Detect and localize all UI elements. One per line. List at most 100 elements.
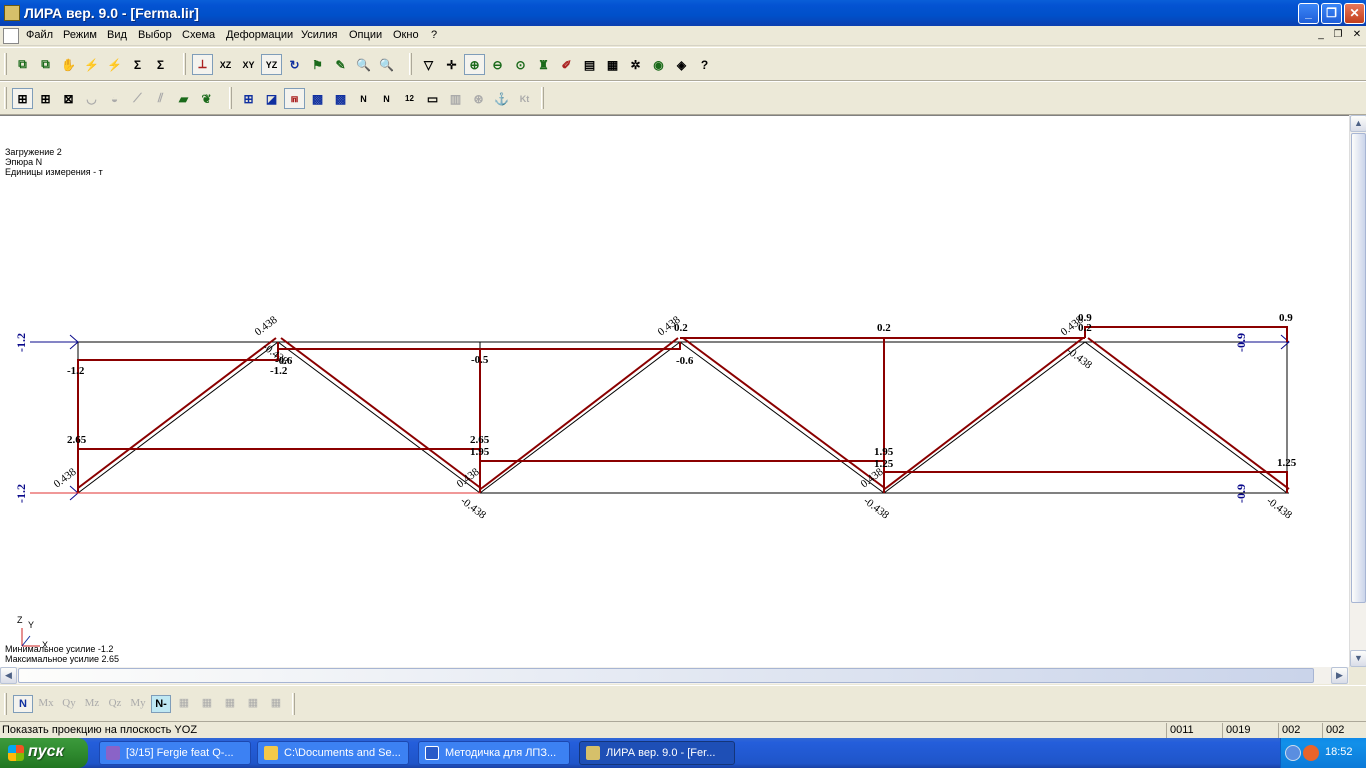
title-bar: ЛИРА вер. 9.0 - [Ferma.lir] _ ❐ ✕ [0, 0, 1366, 26]
diagram-icon[interactable]: ⩎ [284, 88, 305, 109]
projection-xz-icon[interactable]: ⟂ [192, 54, 213, 75]
mdi-minimize-button[interactable]: _ [1314, 29, 1328, 42]
scroll-left-button[interactable]: ◀ [0, 667, 17, 684]
toolbar-grip [292, 693, 295, 715]
sum-n-icon[interactable]: Σ [150, 54, 171, 75]
status-bar: Показать проекцию на плоскость YOZ 0011 … [0, 721, 1366, 738]
select-nodes-icon[interactable]: ✛ [441, 54, 462, 75]
effort-n-mosaic-button[interactable]: N- [151, 695, 171, 713]
taskbar-item-word[interactable]: Методичка для ЛПЗ... [418, 741, 570, 765]
copy-scheme-icon[interactable]: ⧉ [12, 54, 33, 75]
menu-bar: Файл Режим Вид Выбор Схема Деформации Ус… [0, 26, 1366, 46]
scroll-up-button[interactable]: ▲ [1350, 115, 1366, 132]
toolbar-grip[interactable] [4, 693, 7, 715]
vertical-scroll-thumb[interactable] [1351, 133, 1366, 603]
taskbar-item-explorer[interactable]: C:\Documents and Se... [257, 741, 409, 765]
effort-n-button[interactable]: N [13, 695, 33, 713]
menu-scheme[interactable]: Схема [182, 29, 215, 41]
element-n-icon[interactable]: N [376, 88, 397, 109]
context-help-icon[interactable]: ? [694, 54, 715, 75]
diagram-top-mid [277, 342, 681, 350]
mosaic-icon[interactable]: ▩ [307, 88, 328, 109]
taskbar-item-label: [3/15] Fergie feat Q-... [126, 747, 234, 759]
sum-z-icon[interactable]: Σ [127, 54, 148, 75]
frame-2-icon[interactable]: ⊞ [35, 88, 56, 109]
numbers-icon[interactable]: 12 [399, 88, 420, 109]
label-d6: -0.438 [458, 495, 488, 522]
mdi-close-button[interactable]: ✕ [1350, 29, 1364, 42]
cube-icon[interactable]: ◈ [671, 54, 692, 75]
zoom-window-icon[interactable]: ⊙ [510, 54, 531, 75]
zoom-icon[interactable]: 🔍 [353, 54, 374, 75]
document-icon[interactable] [3, 28, 19, 44]
close-button[interactable]: ✕ [1344, 3, 1365, 24]
tray-app-icon[interactable] [1303, 745, 1319, 761]
menu-help[interactable]: ? [431, 29, 437, 41]
start-button[interactable]: пуск [0, 738, 88, 768]
menu-mode[interactable]: Режим [63, 29, 97, 41]
pencil-icon[interactable]: ✎ [330, 54, 351, 75]
menu-deformations[interactable]: Деформации [226, 29, 293, 41]
horizontal-scroll-thumb[interactable] [18, 668, 1314, 683]
vertical-scrollbar[interactable]: ▲ ▼ [1349, 115, 1366, 667]
menu-view[interactable]: Вид [107, 29, 127, 41]
projection-xy-icon[interactable]: XY [238, 54, 259, 75]
scroll-down-button[interactable]: ▼ [1350, 650, 1366, 667]
node-n-icon[interactable]: N [353, 88, 374, 109]
toolbar-grip[interactable] [183, 53, 186, 75]
status-pane-1: 0011 [1166, 723, 1222, 738]
menu-options[interactable]: Опции [349, 29, 382, 41]
toolbar-grip[interactable] [409, 53, 412, 75]
grid-icon[interactable]: ⊞ [238, 88, 259, 109]
loads-icon[interactable]: ⚡ [104, 54, 125, 75]
globe-icon[interactable]: ◉ [648, 54, 669, 75]
app-icon[interactable] [4, 5, 20, 21]
maximize-button[interactable]: ❐ [1321, 3, 1342, 24]
truss-icon[interactable]: ⊠ [58, 88, 79, 109]
node-numbers-icon[interactable]: ⚡ [81, 54, 102, 75]
projection-xz-button-icon[interactable]: XZ [215, 54, 236, 75]
mdi-restore-button[interactable]: ❐ [1331, 29, 1345, 42]
menu-file[interactable]: Файл [26, 29, 53, 41]
menu-efforts[interactable]: Усилия [301, 29, 337, 41]
projection-yz-icon[interactable]: YZ [261, 54, 282, 75]
label-n5: 0.2 [877, 322, 891, 334]
menu-window[interactable]: Окно [393, 29, 419, 41]
axis-y-label: Y [28, 620, 34, 630]
fill-icon[interactable]: ◪ [261, 88, 282, 109]
label-b2: 2.65 [470, 434, 490, 446]
scheme-toolbar: ⊞ ⊞ ⊠ ◡ ◒ ⟋ ⫽ ▰ ❦ ⊞ ◪ ⩎ ▩ ▩ N N 12 ▭ ▥ ⊛… [0, 81, 1366, 115]
frame-icon[interactable]: ⊞ [12, 88, 33, 109]
zoom-in-icon[interactable]: ⊕ [464, 54, 485, 75]
load-dist-icon[interactable]: ▰ [173, 88, 194, 109]
toolbar-grip[interactable] [4, 53, 7, 75]
effort-qy-button: Qy [62, 697, 76, 709]
toolbar-grip[interactable] [229, 87, 232, 109]
page-icon[interactable]: ▭ [422, 88, 443, 109]
horizontal-scrollbar[interactable]: ◀ ▶ [0, 667, 1349, 684]
toolbar-grip[interactable] [4, 87, 7, 109]
zoom-all-icon[interactable]: 🔍 [376, 54, 397, 75]
flag-icon[interactable]: ⚑ [307, 54, 328, 75]
filter-icon[interactable]: ▽ [418, 54, 439, 75]
brush-icon[interactable]: ✐ [556, 54, 577, 75]
notes-icon[interactable]: ▦ [602, 54, 623, 75]
rotate-icon[interactable]: ↻ [284, 54, 305, 75]
bottle-icon[interactable]: ♜ [533, 54, 554, 75]
leaf-icon[interactable]: ❦ [196, 88, 217, 109]
settings-icon[interactable]: ✲ [625, 54, 646, 75]
minimize-button[interactable]: _ [1298, 3, 1319, 24]
taskbar-item-player[interactable]: [3/15] Fergie feat Q-... [99, 741, 251, 765]
label-d8: -0.438 [1264, 495, 1294, 522]
mosaic-2-icon[interactable]: ▩ [330, 88, 351, 109]
menu-select[interactable]: Выбор [138, 29, 172, 41]
scroll-right-button[interactable]: ▶ [1331, 667, 1348, 684]
drawing-canvas[interactable]: Загружение 2 Эпюра N Единицы измерения -… [0, 115, 1349, 667]
layers-icon[interactable]: ▤ [579, 54, 600, 75]
diag-6 [1084, 341, 1288, 494]
taskbar-item-lira[interactable]: ЛИРА вер. 9.0 - [Fer... [579, 741, 735, 765]
hand-icon[interactable]: ✋ [58, 54, 79, 75]
zoom-out-icon[interactable]: ⊖ [487, 54, 508, 75]
tray-back-icon[interactable] [1285, 745, 1301, 761]
paste-scheme-icon[interactable]: ⧉ [35, 54, 56, 75]
